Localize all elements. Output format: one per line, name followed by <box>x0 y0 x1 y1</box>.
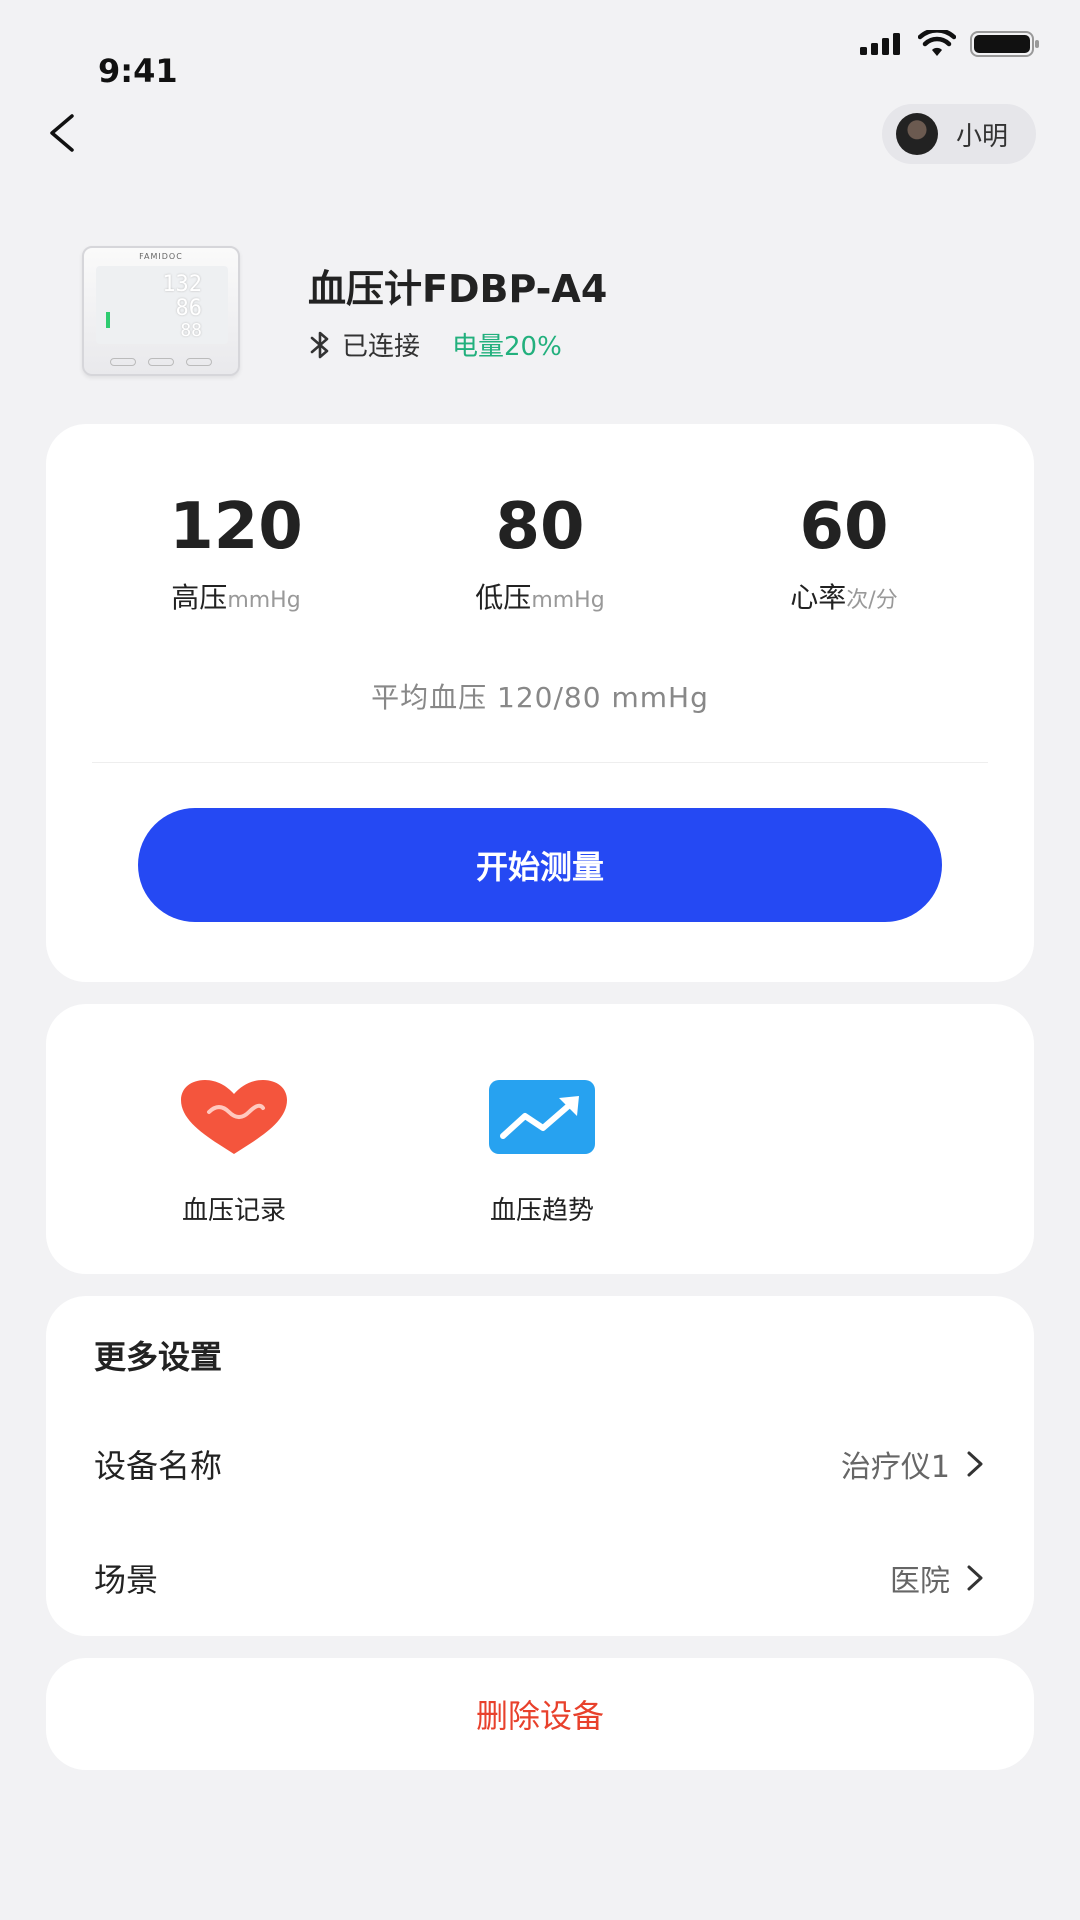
avatar <box>895 113 938 155</box>
metric-unit: mmHg <box>227 588 301 614</box>
setting-label: 场景 <box>94 1561 159 1599</box>
start-measure-button[interactable]: 开始测量 <box>138 808 942 922</box>
tool-label: 血压记录 <box>181 1196 286 1226</box>
device-brand: FAMIDOC <box>139 252 183 261</box>
setting-label: 设备名称 <box>94 1447 223 1485</box>
divider <box>92 762 988 763</box>
device-reading-diastolic: 86 <box>175 296 203 321</box>
bluetooth-icon <box>310 331 329 358</box>
setting-value: 治疗仪1 <box>840 1450 950 1485</box>
user-switcher[interactable]: 小明 <box>881 104 1036 164</box>
chevron-right-icon <box>967 1451 983 1477</box>
device-buttons <box>110 358 212 366</box>
metric-value: 120 <box>169 490 303 564</box>
metric-label: 高压 <box>171 581 228 615</box>
settings-card: 更多设置 设备名称 治疗仪1 场景 医院 <box>46 1296 1034 1636</box>
device-reading-pulse: 88 <box>180 320 202 341</box>
average-pressure: 平均血压 120/80 mmHg <box>371 681 709 714</box>
back-button[interactable] <box>40 108 90 158</box>
tool-label: 血压趋势 <box>489 1196 594 1226</box>
metric-systolic: 120 高压mmHg <box>106 492 366 616</box>
screen: 9:41 小明 FAMIDOC 132 86 88 血压计FDBP-A4 已连接… <box>0 0 1080 1920</box>
device-image: FAMIDOC 132 86 88 <box>82 246 240 376</box>
battery-level: 电量20% <box>452 332 562 362</box>
metric-label: 心率 <box>790 581 847 615</box>
battery-icon <box>970 31 1039 57</box>
device-screen: 132 86 88 <box>96 266 228 344</box>
tool-bp-records[interactable]: 血压记录 <box>134 1080 334 1227</box>
metric-value: 80 <box>495 490 585 564</box>
metric-unit: 次/分 <box>846 588 898 614</box>
metric-value: 60 <box>799 490 889 564</box>
device-name: 血压计FDBP-A4 <box>308 267 608 311</box>
cellular-signal-icon <box>860 33 900 55</box>
metrics-row: 120 高压mmHg 80 低压mmHg 60 心率次/分 <box>46 492 1034 616</box>
metric-heart-rate: 60 心率次/分 <box>714 492 974 616</box>
chevron-right-icon <box>967 1565 983 1591</box>
device-indicator <box>106 312 110 328</box>
tools-card: 血压记录 血压趋势 <box>46 1004 1034 1274</box>
user-name: 小明 <box>955 121 1008 152</box>
metric-label: 低压 <box>475 581 532 615</box>
connection-status: 已连接 <box>342 332 421 362</box>
metric-unit: mmHg <box>531 588 605 614</box>
heart-icon <box>181 1080 287 1154</box>
setting-value: 医院 <box>890 1564 950 1599</box>
delete-device-button[interactable]: 删除设备 <box>46 1658 1034 1770</box>
device-reading-systolic: 132 <box>162 272 202 297</box>
measurement-card: 120 高压mmHg 80 低压mmHg 60 心率次/分 平均血压 120/8… <box>46 424 1034 982</box>
trend-chart-icon <box>489 1080 595 1154</box>
setting-scene[interactable]: 场景 医院 <box>94 1548 986 1608</box>
delete-device-label: 删除设备 <box>475 1697 604 1735</box>
metric-diastolic: 80 低压mmHg <box>410 492 670 616</box>
device-status: 已连接 电量20% <box>308 326 562 363</box>
wifi-icon <box>918 30 956 56</box>
status-icons <box>860 30 1040 58</box>
status-time: 9:41 <box>98 52 178 90</box>
tool-bp-trend[interactable]: 血压趋势 <box>442 1080 642 1227</box>
setting-device-name[interactable]: 设备名称 治疗仪1 <box>94 1434 986 1494</box>
settings-title: 更多设置 <box>94 1338 223 1376</box>
